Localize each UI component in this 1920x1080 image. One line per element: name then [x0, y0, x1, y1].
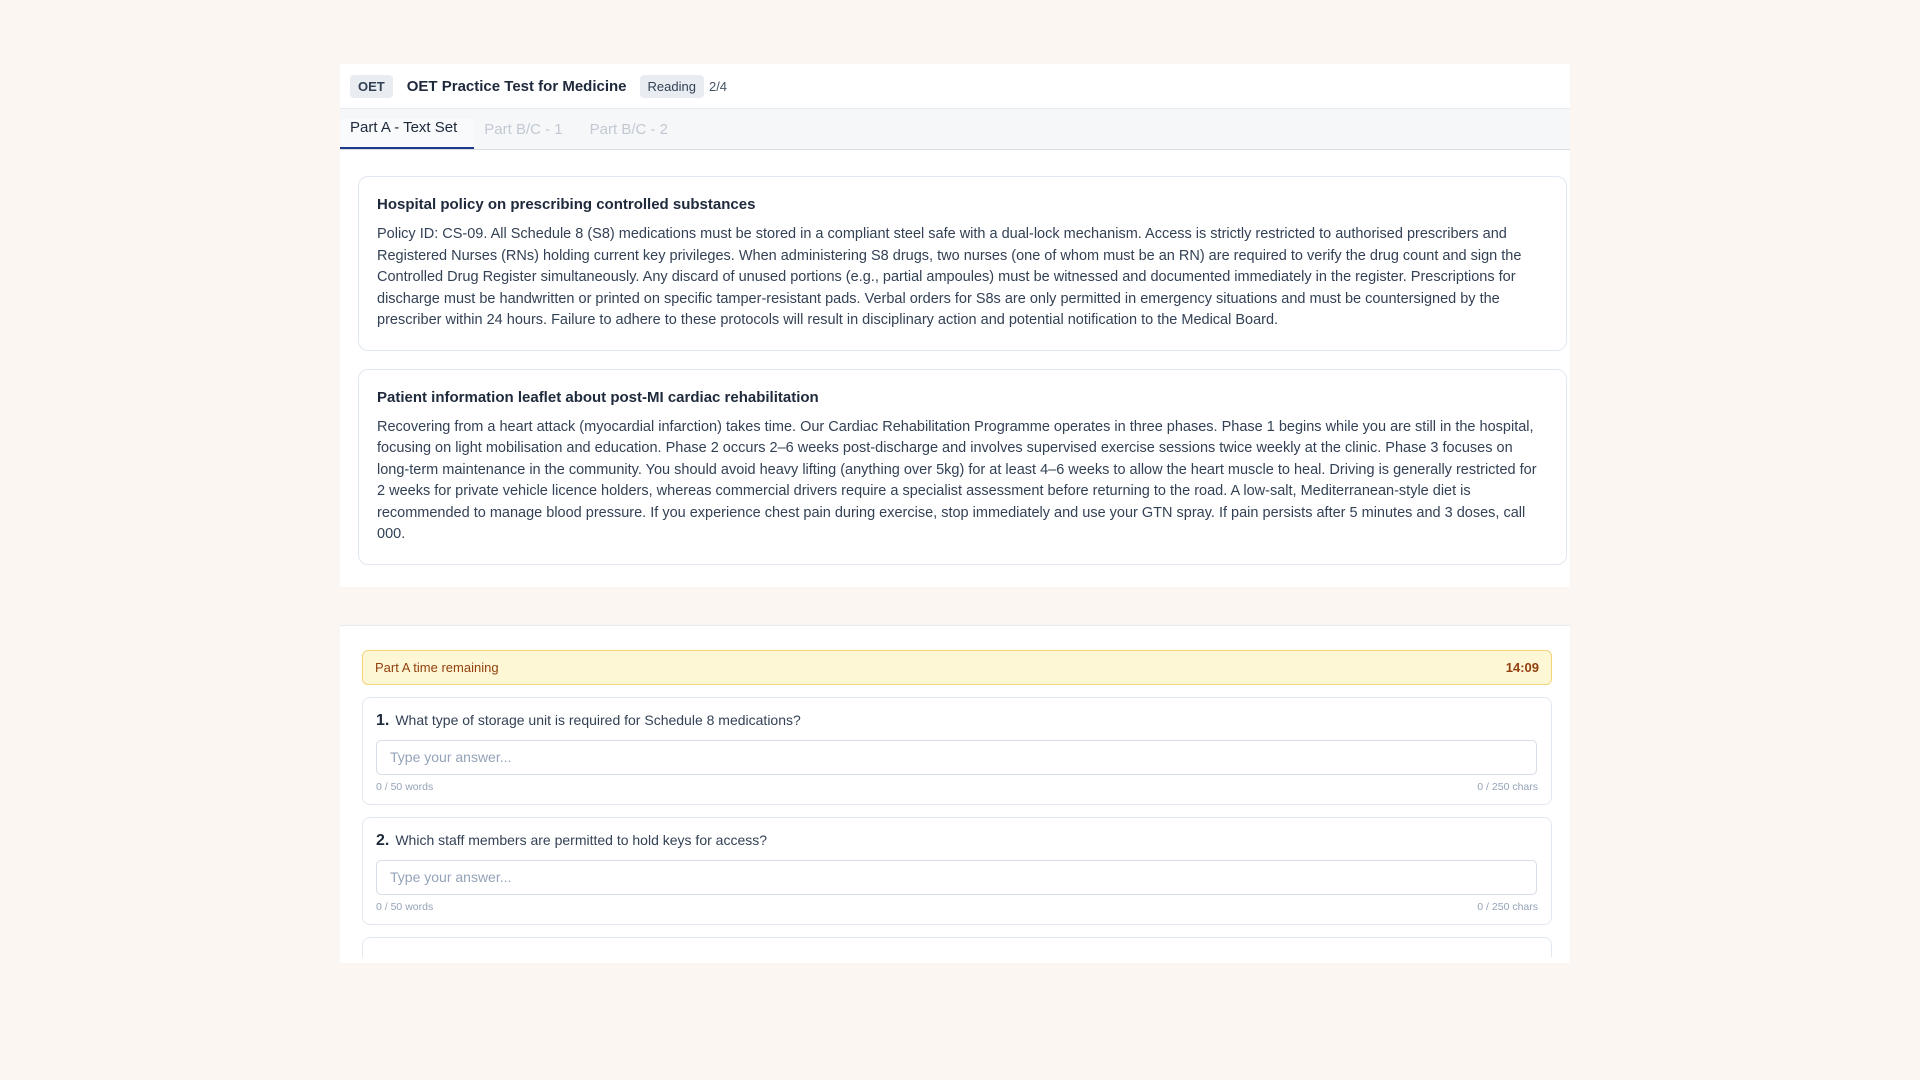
question-header: 2. Which staff members are permitted to …: [376, 832, 1538, 850]
question-card: 1. What type of storage unit is required…: [362, 696, 1552, 805]
answer-input[interactable]: [376, 739, 1537, 775]
question-text: Which staff members are permitted to hol…: [395, 831, 768, 848]
timer-label: Part A time remaining: [375, 659, 499, 675]
tab-part-a[interactable]: Part A - Text Set: [340, 119, 475, 149]
text-card-policy: Hospital policy on prescribing controlle…: [358, 176, 1567, 351]
answer-counters: 0 / 50 words 0 / 250 chars: [376, 781, 1538, 793]
header-bar: OET OET Practice Test for Medicine Readi…: [340, 64, 1570, 109]
tab-part-bc-1[interactable]: Part B/C - 1: [474, 121, 579, 149]
answer-input[interactable]: [376, 859, 1537, 895]
test-title: OET Practice Test for Medicine: [406, 77, 627, 95]
text-card-leaflet: Patient information leaflet about post-M…: [358, 368, 1567, 565]
text-title: Patient information leaflet about post-M…: [377, 388, 819, 406]
answer-counters: 0 / 50 words 0 / 250 chars: [376, 901, 1538, 913]
question-number: 2.: [376, 831, 390, 849]
section-progress: 2/4: [708, 78, 728, 94]
char-count: 0 / 250 chars: [1477, 780, 1538, 793]
char-count: 0 / 250 chars: [1477, 900, 1538, 913]
reading-app: OET OET Practice Test for Medicine Readi…: [340, 64, 1570, 963]
part-tabs: Part A - Text Set Part B/C - 1 Part B/C …: [340, 109, 1570, 150]
section-badge: Reading: [639, 74, 704, 98]
question-number: 1.: [376, 711, 390, 729]
questions-panel[interactable]: Part A time remaining 14:09 1. What type…: [340, 624, 1570, 963]
question-header: 1. What type of storage unit is required…: [376, 712, 1538, 730]
timer-banner: Part A time remaining 14:09: [362, 649, 1552, 685]
question-card: 2. Which staff members are permitted to …: [362, 816, 1552, 925]
text-body: Recovering from a heart attack (myocardi…: [377, 418, 1537, 543]
text-body: Policy ID: CS-09. All Schedule 8 (S8) me…: [377, 226, 1522, 328]
timer-value: 14:09: [1505, 659, 1539, 675]
tab-part-bc-2[interactable]: Part B/C - 2: [580, 121, 685, 149]
question-text: What type of storage unit is required fo…: [395, 711, 801, 728]
text-title: Hospital policy on prescribing controlle…: [377, 196, 756, 213]
word-count: 0 / 50 words: [376, 900, 434, 913]
word-count: 0 / 50 words: [376, 780, 434, 793]
question-card-next: [362, 936, 1552, 957]
text-set-panel: Hospital policy on prescribing controlle…: [340, 150, 1570, 587]
oet-badge: OET: [350, 74, 393, 98]
